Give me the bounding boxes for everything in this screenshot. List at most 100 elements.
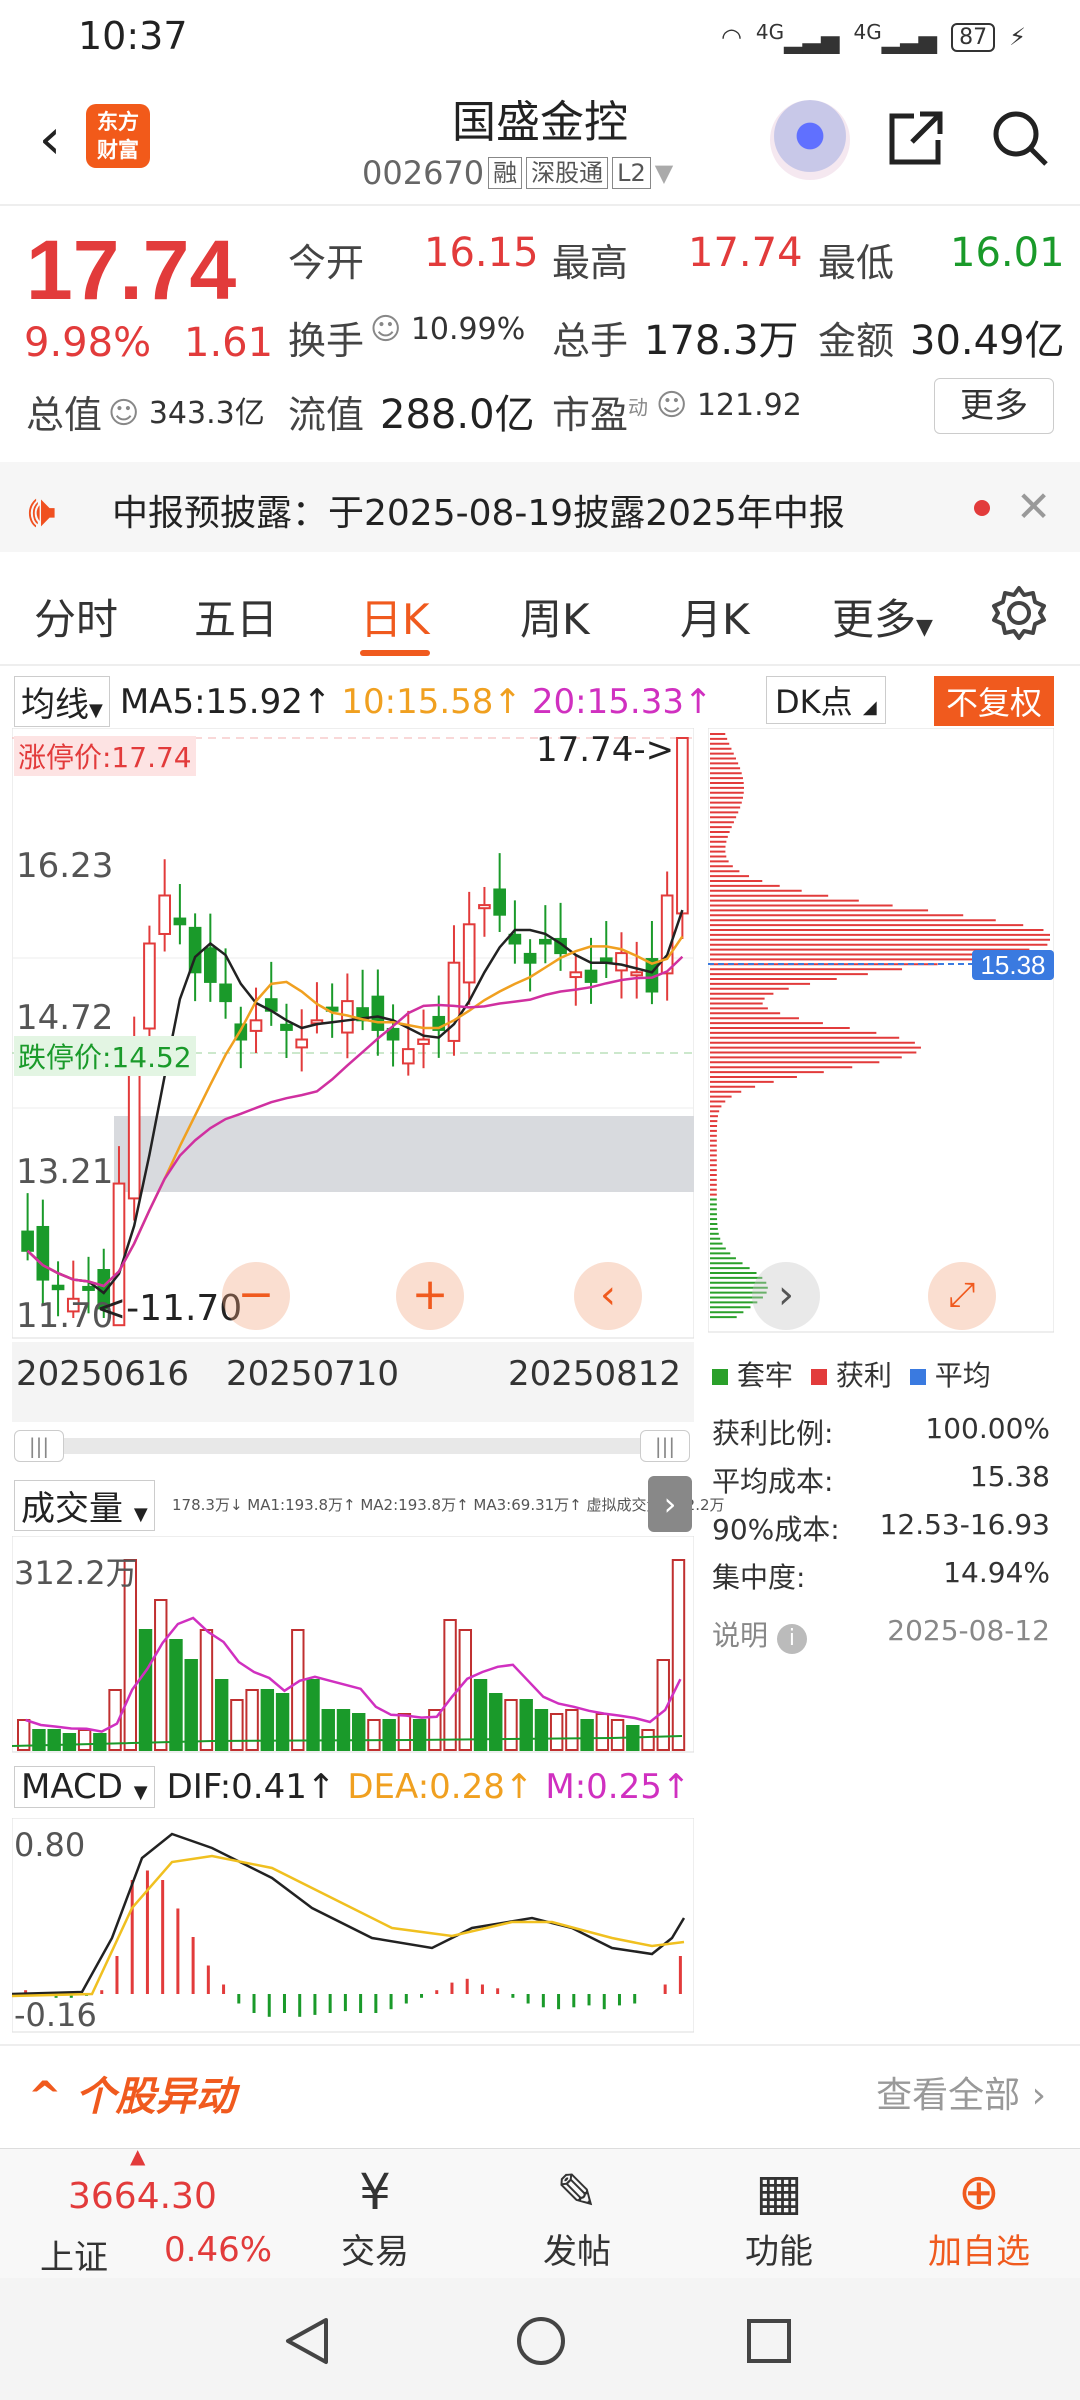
y-tick-16-23: 16.23 [16, 846, 114, 886]
volume-bar [412, 1719, 427, 1751]
view-all-link[interactable]: 查看全部 › [876, 2066, 1046, 2118]
candle-body [417, 1038, 430, 1045]
chip-legend: 套牢 获利 平均 [712, 1354, 991, 1394]
nav-trade[interactable]: ¥ 交易 [320, 2160, 430, 2273]
share-icon[interactable] [884, 106, 948, 170]
legend-trapped: 套牢 [712, 1354, 793, 1394]
m-value: M:0.25↑ [545, 1767, 691, 1807]
volume-bar [214, 1679, 229, 1751]
volume-bar [382, 1719, 396, 1751]
change-amount: 1.61 [184, 320, 274, 366]
volume-bar [321, 1709, 335, 1751]
chevron-down-icon: ▼ [654, 159, 674, 187]
range-slider-track[interactable] [14, 1438, 690, 1454]
candle-body [21, 1230, 34, 1252]
nav-add-watchlist[interactable]: ⊕ 加自选 [924, 2160, 1034, 2273]
candle-body [630, 971, 644, 977]
volume-dropdown[interactable]: 成交量 ▼ [14, 1480, 155, 1531]
y-tick-14-72: 14.72 [16, 998, 114, 1038]
gap-zone [114, 1116, 694, 1192]
dif-value: DIF:0.41↑ [166, 1767, 336, 1807]
candle-body [158, 894, 171, 935]
tab-intraday[interactable]: 分时 [34, 586, 118, 647]
index-name[interactable]: 上证 [40, 2230, 108, 2279]
candle-body [523, 952, 537, 964]
charging-icon: ⚡ [1009, 23, 1026, 51]
mktcap-value: ☺ 343.3亿 [108, 396, 265, 431]
stock-movement-title[interactable]: ^ 个股异动 [28, 2064, 235, 2122]
last-price: 17.74 [26, 223, 237, 317]
home-nav-icon[interactable] [514, 2314, 568, 2368]
pe-label: 市盈动 [552, 393, 649, 437]
volume-label: 总手 [552, 319, 629, 363]
candle-body [295, 1038, 309, 1049]
scroll-right-button[interactable]: › [752, 1262, 820, 1330]
range-handle-left[interactable]: ||| [14, 1430, 64, 1462]
battery-icon: 87 [951, 22, 996, 52]
nav-function[interactable]: ▦ 功能 [724, 2160, 834, 2273]
y-tick-13-21: 13.21 [16, 1152, 114, 1192]
tab-daily-k[interactable]: 日K [360, 586, 430, 647]
dea-value: DEA:0.28↑ [347, 1767, 534, 1807]
note-date: 2025-08-12 [887, 1614, 1050, 1647]
candle-body [36, 1225, 50, 1281]
tab-weekly-k[interactable]: 周K [520, 586, 590, 647]
range-handle-right[interactable]: ||| [640, 1430, 690, 1462]
tab-active-indicator [360, 650, 430, 656]
high-value: 17.74 [688, 230, 803, 276]
volume-bar [610, 1719, 625, 1751]
expand-right-icon[interactable]: › [648, 1476, 692, 1532]
index-value[interactable]: 3664.30 [68, 2176, 217, 2217]
nav-post[interactable]: ✎ 发帖 [522, 2160, 632, 2273]
stock-code-row[interactable]: 002670 融 深股通 L2 ▼ [362, 154, 673, 192]
zoom-out-button[interactable]: − [222, 1262, 290, 1330]
macd-dropdown[interactable]: MACD ▼ [14, 1766, 155, 1808]
ma-dropdown[interactable]: 均线▼ [14, 676, 110, 727]
concentration-label: 集中度: [712, 1561, 806, 1594]
assistant-robot-icon[interactable] [770, 100, 850, 180]
tab-more[interactable]: 更多▼ [832, 586, 933, 647]
macd-chart [12, 1818, 694, 2033]
candle-body [462, 923, 476, 984]
adjust-button[interactable]: 不复权 [934, 676, 1055, 726]
margin-tag: 融 [488, 157, 523, 189]
ma5-value: MA5:15.92↑ [119, 681, 332, 722]
close-icon[interactable]: ✕ [1016, 482, 1051, 531]
index-percent[interactable]: 0.46% [164, 2230, 272, 2270]
profit-ratio-value: 100.00% [925, 1412, 1050, 1445]
candle-body [493, 888, 506, 916]
zoom-in-button[interactable]: + [396, 1262, 464, 1330]
volume-bar [534, 1709, 549, 1751]
more-quote-button[interactable]: 更多 [934, 378, 1054, 434]
signal-icon-2: 4G▂▃▅ [853, 20, 938, 54]
grid-icon: ▦ [755, 2163, 803, 2221]
back-nav-icon[interactable] [282, 2316, 332, 2366]
macd-row: MACD ▼ DIF:0.41↑ DEA:0.28↑ M:0.25↑ [14, 1766, 690, 1808]
search-icon[interactable] [988, 106, 1052, 170]
notice-text[interactable]: 中报预披露：于2025-08-19披露2025年中报 [112, 484, 845, 536]
note-label[interactable]: 说明 i [712, 1614, 807, 1654]
legend-profit: 获利 [810, 1354, 892, 1394]
tab-five-day[interactable]: 五日 [194, 586, 278, 647]
candle-body [371, 995, 385, 1031]
dk-point-button[interactable]: DK点 ◢ [766, 676, 886, 724]
wifi-icon: ◠ [720, 23, 742, 51]
avg-cost-label: 平均成本: [712, 1465, 834, 1498]
chip-distribution-chart[interactable]: 15.38 [708, 728, 1054, 1340]
volume-bar [154, 1599, 168, 1751]
ma20-value: 20:15.33↑ [531, 681, 713, 722]
gear-icon[interactable] [990, 584, 1048, 642]
index-arrow-icon: ▲ [130, 2144, 146, 2168]
fullscreen-icon[interactable]: ⤢ [928, 1262, 996, 1330]
recents-nav-icon[interactable] [744, 2316, 794, 2366]
candle-body [584, 969, 598, 983]
volume-ymax: 312.2万 [14, 1554, 138, 1592]
scroll-left-button[interactable]: ‹ [574, 1262, 642, 1330]
date-tick-2: 20250710 [226, 1354, 400, 1394]
tab-monthly-k[interactable]: 月K [680, 586, 750, 647]
volume-bar [565, 1709, 579, 1751]
macd-frame [12, 1818, 694, 2033]
amount-value: 30.49亿 [910, 318, 1065, 364]
candle-body [401, 1048, 415, 1065]
volume-bar [291, 1629, 305, 1751]
